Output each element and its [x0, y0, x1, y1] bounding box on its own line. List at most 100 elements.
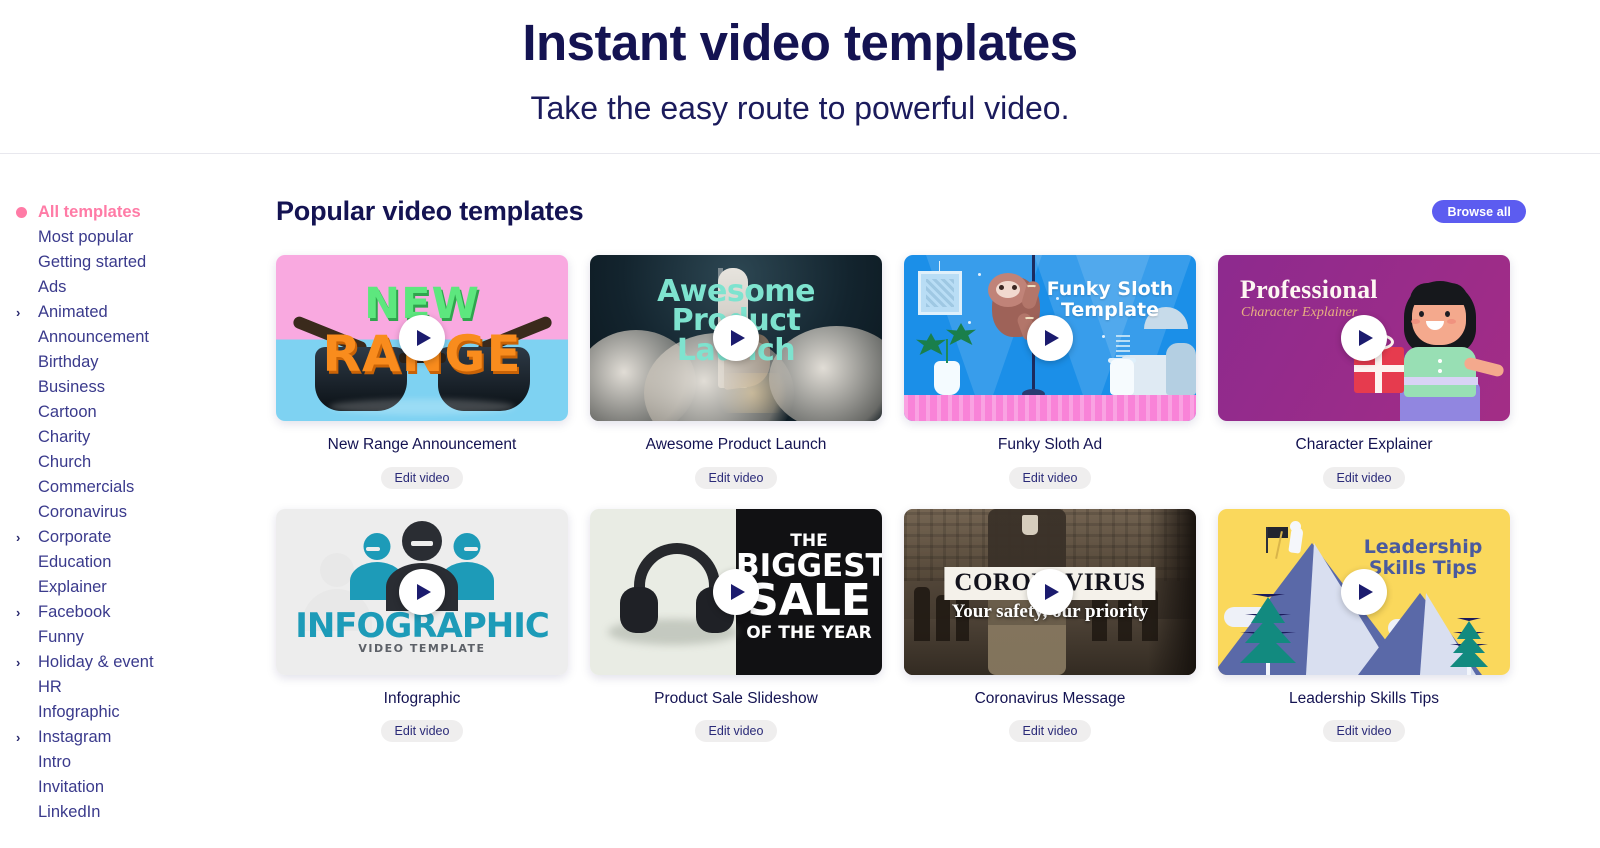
edit-video-button[interactable]: Edit video	[1008, 466, 1092, 489]
templates-grid: NEW RANGE New Range Announcement Edit vi…	[276, 255, 1528, 743]
template-name: Character Explainer	[1295, 436, 1433, 454]
category-sidebar: All templates›Most popular›Getting start…	[0, 154, 260, 832]
chevron-right-icon[interactable]: ›	[16, 531, 32, 544]
template-thumbnail[interactable]: Awesome Product Launch	[590, 255, 882, 422]
page-body: All templates›Most popular›Getting start…	[0, 154, 1600, 832]
template-card: THE BIGGEST SALE OF THE YEAR Product Sal…	[590, 508, 882, 743]
hero-banner: Instant video templates Take the easy ro…	[0, 0, 1600, 153]
sidebar-item-education[interactable]: ›Education	[0, 550, 260, 575]
sidebar-item-most-popular[interactable]: ›Most popular	[0, 225, 260, 250]
sidebar-item-corporate[interactable]: › Corporate	[0, 525, 260, 550]
edit-video-button[interactable]: Edit video	[694, 720, 778, 743]
sidebar-item-holiday-event[interactable]: › Holiday & event	[0, 650, 260, 675]
sidebar-item-label: Facebook	[38, 603, 111, 622]
sidebar-item-birthday[interactable]: ›Birthday	[0, 350, 260, 375]
play-icon[interactable]	[713, 315, 759, 362]
chevron-right-icon[interactable]: ›	[16, 306, 32, 319]
sidebar-item-explainer[interactable]: ›Explainer	[0, 575, 260, 600]
edit-video-button[interactable]: Edit video	[380, 720, 464, 743]
play-icon[interactable]	[1341, 315, 1387, 362]
edit-video-button[interactable]: Edit video	[1008, 720, 1092, 743]
template-name: Leadership Skills Tips	[1289, 689, 1439, 707]
sidebar-item-label: Commercials	[38, 478, 135, 497]
template-thumbnail[interactable]: INFOGRAPHIC VIDEO TEMPLATE	[276, 508, 568, 675]
sidebar-item-label: Announcement	[38, 328, 149, 347]
sidebar-item-all-templates[interactable]: All templates	[0, 200, 260, 225]
template-card: INFOGRAPHIC VIDEO TEMPLATE Infographic E…	[276, 508, 568, 743]
sidebar-item-church[interactable]: ›Church	[0, 450, 260, 475]
sidebar-item-label: Explainer	[38, 578, 107, 597]
play-icon[interactable]	[1341, 568, 1387, 615]
art-line-1: Funky Sloth	[1046, 278, 1174, 301]
chevron-right-icon[interactable]: ›	[16, 656, 32, 669]
sidebar-item-label: Funny	[38, 628, 84, 647]
sidebar-item-label: Church	[38, 453, 92, 472]
template-name: Infographic	[383, 689, 461, 707]
sidebar-item-label: Cartoon	[38, 403, 97, 422]
sidebar-item-commercials[interactable]: ›Commercials	[0, 475, 260, 500]
page-subtitle: Take the easy route to powerful video.	[530, 89, 1070, 126]
edit-video-button[interactable]: Edit video	[1322, 466, 1406, 489]
edit-video-button[interactable]: Edit video	[1322, 720, 1406, 743]
play-icon[interactable]	[713, 568, 759, 615]
sidebar-item-label: Coronavirus	[38, 503, 127, 522]
sidebar-item-label: Getting started	[38, 253, 147, 272]
sidebar-item-label: Charity	[38, 428, 91, 447]
template-card: Professional Character Explainer Charact…	[1218, 255, 1510, 489]
template-thumbnail[interactable]: THE BIGGEST SALE OF THE YEAR	[590, 508, 882, 675]
sidebar-item-cartoon[interactable]: ›Cartoon	[0, 400, 260, 425]
art-line-4: OF THE YEAR	[746, 622, 872, 643]
template-card: Funky Sloth Template Funky Sloth Ad Edit…	[904, 255, 1196, 489]
template-thumbnail[interactable]: CORONAVIRUS Your safety, our priority	[904, 508, 1196, 675]
browse-all-button[interactable]: Browse all	[1432, 200, 1526, 224]
chevron-right-icon[interactable]: ›	[16, 731, 32, 744]
sidebar-item-hr[interactable]: ›HR	[0, 675, 260, 700]
template-name: Product Sale Slideshow	[654, 689, 818, 707]
sidebar-item-invitation[interactable]: ›Invitation	[0, 775, 260, 800]
play-icon[interactable]	[399, 315, 445, 362]
flag-icon	[1268, 526, 1288, 538]
template-thumbnail[interactable]: NEW RANGE	[276, 255, 568, 422]
template-card: CORONAVIRUS Your safety, our priority Co…	[904, 508, 1196, 743]
sidebar-item-charity[interactable]: ›Charity	[0, 425, 260, 450]
sidebar-item-getting-started[interactable]: ›Getting started	[0, 250, 260, 275]
sidebar-item-label: Infographic	[38, 703, 120, 722]
sidebar-item-label: Invitation	[38, 778, 105, 797]
sidebar-item-instagram[interactable]: › Instagram	[0, 725, 260, 750]
edit-video-button[interactable]: Edit video	[694, 466, 778, 489]
template-name: Awesome Product Launch	[645, 436, 827, 454]
template-thumbnail[interactable]: Funky Sloth Template	[904, 255, 1196, 422]
template-thumbnail[interactable]: Professional Character Explainer	[1218, 255, 1510, 422]
art-line-1: Professional	[1240, 275, 1378, 305]
sidebar-item-label: HR	[38, 678, 62, 697]
art-line-2: Character Explainer	[1241, 305, 1358, 321]
template-card: Leadership Skills Tips Leadership Skills…	[1218, 508, 1510, 743]
play-icon[interactable]	[1027, 315, 1073, 362]
play-icon[interactable]	[1027, 568, 1073, 615]
sidebar-item-facebook[interactable]: › Facebook	[0, 600, 260, 625]
sidebar-item-animated[interactable]: › Animated	[0, 300, 260, 325]
sidebar-item-intro[interactable]: ›Intro	[0, 750, 260, 775]
sidebar-item-announcement[interactable]: ›Announcement	[0, 325, 260, 350]
sidebar-item-ads[interactable]: ›Ads	[0, 275, 260, 300]
template-thumbnail[interactable]: Leadership Skills Tips	[1218, 508, 1510, 675]
sidebar-item-coronavirus[interactable]: ›Coronavirus	[0, 500, 260, 525]
template-card: NEW RANGE New Range Announcement Edit vi…	[276, 255, 568, 489]
sidebar-item-label: Birthday	[38, 353, 99, 372]
sidebar-item-infographic[interactable]: ›Infographic	[0, 700, 260, 725]
sidebar-item-label: Most popular	[38, 228, 134, 247]
art-text-sloth: Funky Sloth Template	[1034, 279, 1186, 320]
section-header: Popular video templates Browse all	[276, 196, 1528, 227]
template-name: New Range Announcement	[327, 436, 517, 454]
play-icon[interactable]	[399, 568, 445, 615]
sidebar-item-label: Animated	[38, 303, 108, 322]
edit-video-button[interactable]: Edit video	[380, 466, 464, 489]
sidebar-item-funny[interactable]: ›Funny	[0, 625, 260, 650]
sidebar-item-label: Ads	[38, 278, 67, 297]
sidebar-item-business[interactable]: ›Business	[0, 375, 260, 400]
sidebar-item-linkedin[interactable]: ›LinkedIn	[0, 800, 260, 825]
chevron-right-icon[interactable]: ›	[16, 606, 32, 619]
sidebar-item-label: Holiday & event	[38, 653, 154, 672]
sidebar-item-label: Corporate	[38, 528, 112, 547]
template-name: Coronavirus Message	[974, 689, 1126, 707]
